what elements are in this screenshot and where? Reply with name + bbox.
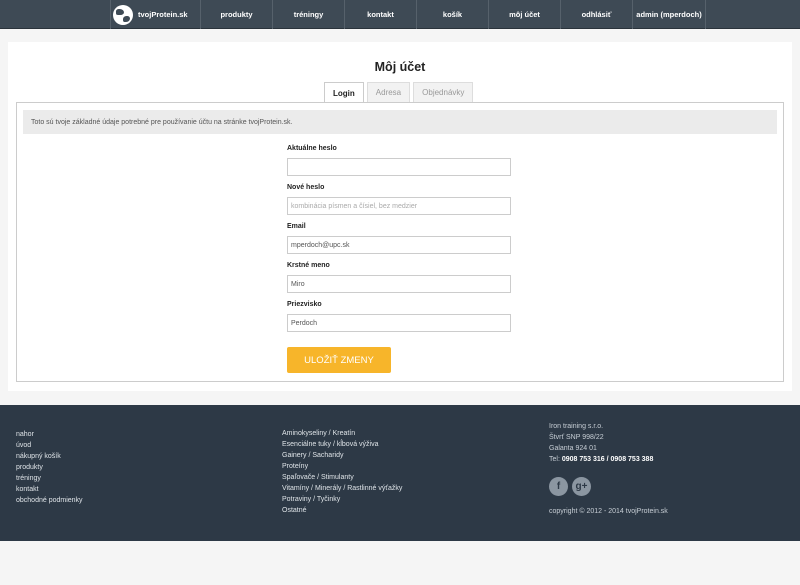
- nav-item-admin[interactable]: admin (mperdoch): [632, 0, 706, 29]
- nav-item-odhlasit[interactable]: odhlásiť: [560, 0, 632, 29]
- email-group: Email mperdoch@upc.sk: [287, 223, 511, 254]
- footer-link-uvod[interactable]: úvod: [16, 440, 83, 451]
- globe-icon: [113, 4, 133, 25]
- first-name-label: Krstné meno: [287, 262, 330, 269]
- tab-login[interactable]: Login: [324, 82, 364, 103]
- google-plus-icon[interactable]: g+: [572, 477, 591, 496]
- email-label: Email: [287, 223, 306, 230]
- footer-category-link[interactable]: Potraviny / Tyčinky: [282, 494, 402, 505]
- last-name-field[interactable]: Perdoch: [287, 314, 511, 332]
- page-title: Môj účet: [374, 60, 426, 74]
- info-message: Toto sú tvoje základné údaje potrebné pr…: [23, 110, 777, 134]
- first-name-group: Krstné meno Miro: [287, 262, 511, 293]
- copyright: copyright © 2012 - 2014 tvojProtein.sk: [549, 508, 668, 515]
- first-name-field[interactable]: Miro: [287, 275, 511, 293]
- footer-category-link[interactable]: Spaľovače / Stimulanty: [282, 472, 402, 483]
- phone-numbers: 0908 753 316 / 0908 753 388: [561, 456, 654, 463]
- account-form: Aktuálne heslo Nové heslo kombinácia pís…: [287, 145, 511, 373]
- current-password-field[interactable]: [287, 158, 511, 176]
- tab-content: Toto sú tvoje základné údaje potrebné pr…: [16, 102, 784, 382]
- account-panel: Môj účet Login Adresa Objednávky Toto sú…: [8, 42, 792, 391]
- footer: nahor úvod nákupný košík produkty trénin…: [0, 405, 800, 541]
- current-password-label: Aktuálne heslo: [287, 145, 337, 152]
- footer-link-kosik[interactable]: nákupný košík: [16, 451, 83, 462]
- footer-link-treningy[interactable]: tréningy: [16, 473, 83, 484]
- company-city: Galanta 924 01: [549, 445, 597, 452]
- email-field[interactable]: mperdoch@upc.sk: [287, 236, 511, 254]
- tab-objednavky[interactable]: Objednávky: [413, 82, 474, 102]
- footer-link-podmienky[interactable]: obchodné podmienky: [16, 495, 83, 506]
- nav-item-treningy[interactable]: tréningy: [272, 0, 344, 29]
- footer-category-link[interactable]: Aminokyseliny / Kreatín: [282, 428, 402, 439]
- site-logo[interactable]: tvojProtein.sk: [110, 0, 200, 29]
- footer-category-link[interactable]: Vitamíny / Minerály / Rastlinné výťažky: [282, 483, 402, 494]
- footer-category-link[interactable]: Gainery / Sacharidy: [282, 450, 402, 461]
- nav-item-kosik[interactable]: košík: [416, 0, 488, 29]
- company-phone-line: Tel: 0908 753 316 / 0908 753 388: [549, 454, 668, 465]
- account-tabs: Login Adresa Objednávky: [324, 82, 474, 103]
- top-navigation: tvojProtein.sk produkty tréningy kontakt…: [0, 0, 800, 29]
- nav-item-produkty[interactable]: produkty: [200, 0, 272, 29]
- new-password-group: Nové heslo kombinácia písmen a čísiel, b…: [287, 184, 511, 215]
- footer-categories: Aminokyseliny / Kreatín Esenciálne tuky …: [282, 428, 402, 516]
- new-password-field[interactable]: kombinácia písmen a čísiel, bez medzier: [287, 197, 511, 215]
- nav-item-kontakt[interactable]: kontakt: [344, 0, 416, 29]
- footer-link-nahor[interactable]: nahor: [16, 429, 83, 440]
- tab-adresa[interactable]: Adresa: [366, 82, 411, 102]
- new-password-label: Nové heslo: [287, 184, 325, 191]
- nav-item-moj-ucet[interactable]: môj účet: [488, 0, 560, 29]
- company-street: Štvrť SNP 998/22: [549, 434, 604, 441]
- footer-category-link[interactable]: Esenciálne tuky / kĺbová výživa: [282, 439, 402, 450]
- current-password-group: Aktuálne heslo: [287, 145, 511, 176]
- last-name-group: Priezvisko Perdoch: [287, 301, 511, 332]
- footer-links: nahor úvod nákupný košík produkty trénin…: [16, 429, 83, 506]
- footer-link-kontakt[interactable]: kontakt: [16, 484, 83, 495]
- footer-contact: Iron training s.r.o. Štvrť SNP 998/22 Ga…: [549, 421, 668, 517]
- footer-category-link[interactable]: Proteíny: [282, 461, 402, 472]
- footer-category-link[interactable]: Ostatné: [282, 505, 402, 516]
- phone-label: Tel:: [549, 456, 560, 463]
- last-name-label: Priezvisko: [287, 301, 322, 308]
- facebook-icon[interactable]: f: [549, 477, 568, 496]
- company-name: Iron training s.r.o.: [549, 423, 604, 430]
- social-links: f g+: [549, 477, 668, 496]
- footer-link-produkty[interactable]: produkty: [16, 462, 83, 473]
- logo-text: tvojProtein.sk: [138, 10, 188, 19]
- save-button[interactable]: ULOŽIŤ ZMENY: [287, 347, 391, 373]
